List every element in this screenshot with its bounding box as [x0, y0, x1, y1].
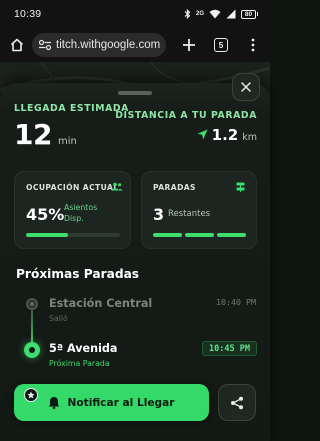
site-settings-icon: [38, 39, 52, 51]
route-signpost-icon: [236, 182, 245, 192]
url-text: titch.withgoogle.com: [56, 39, 161, 51]
occupancy-seats-label: Asientos Disp.: [64, 203, 98, 223]
people-icon: [111, 182, 123, 191]
eta-unit: min: [57, 136, 77, 147]
battery-level: 80: [241, 9, 256, 19]
timeline-dot-current: [24, 342, 40, 358]
occupancy-progress-bar: [26, 233, 120, 237]
stop-time-past: 10:40 PM: [216, 297, 256, 307]
stop-time-next-badge: 10:45 PM: [202, 341, 257, 356]
share-icon: [231, 396, 243, 409]
stops-remaining-label: Restantes: [168, 209, 211, 219]
occupancy-progress-fill: [26, 233, 69, 237]
stop-name-next: 5ª Avenida: [49, 342, 118, 355]
eta-label: LLEGADA ESTIMADA: [14, 103, 129, 114]
browser-toolbar: titch.withgoogle.com 5: [0, 28, 270, 62]
star-icon: [27, 391, 35, 399]
status-icons: 2G 80: [184, 9, 258, 19]
stops-progress-segment: [153, 233, 182, 237]
plus-icon: [183, 39, 195, 51]
navigation-arrow-icon: [197, 129, 208, 140]
timeline-dot-past: [26, 298, 38, 310]
occupancy-percent: 45%: [26, 205, 65, 224]
distance-value: 1.2: [211, 126, 239, 144]
occupancy-card: OCUPACIÓN ACTUAL 45% Asientos Disp.: [14, 171, 131, 249]
signal-icon: [226, 9, 236, 19]
network-type-label: 2G: [195, 11, 204, 17]
home-icon: [10, 38, 24, 52]
notify-on-arrival-button[interactable]: Notificar al Llegar: [14, 384, 209, 421]
stops-progress-segment: [185, 233, 214, 237]
bluetooth-icon: [184, 9, 191, 19]
address-bar[interactable]: titch.withgoogle.com: [32, 33, 166, 57]
system-status-bar: 10:39 2G 80: [0, 0, 270, 28]
stops-progress-segments: [153, 233, 246, 237]
eta-value: 12: [14, 118, 52, 151]
more-vertical-icon: [251, 38, 255, 52]
stop-status-next: Próxima Parada: [49, 359, 110, 368]
home-button[interactable]: [6, 34, 28, 56]
sheet-drag-handle[interactable]: [118, 91, 152, 95]
tab-count: 5: [214, 38, 228, 52]
browser-menu-button[interactable]: [242, 34, 264, 56]
stops-progress-segment: [217, 233, 246, 237]
battery-icon: 80: [241, 9, 258, 19]
distance-display: 1.2 km: [197, 126, 257, 144]
close-button[interactable]: [232, 73, 260, 101]
next-stops-title: Próximas Paradas: [16, 267, 140, 281]
new-tab-button[interactable]: [178, 34, 200, 56]
tab-switcher-button[interactable]: 5: [210, 34, 232, 56]
stops-count: 3: [153, 205, 165, 224]
eta-display: 12 min: [14, 118, 77, 151]
stops-title: PARADAS: [153, 183, 196, 192]
status-time: 10:39: [14, 8, 42, 20]
wifi-icon: [209, 9, 221, 19]
notify-button-label: Notificar al Llegar: [67, 396, 175, 409]
close-icon: [241, 82, 251, 92]
stop-status-past: Salió: [49, 314, 68, 323]
share-button[interactable]: [218, 384, 256, 421]
distance-label: DISTANCIA A TU PARADA: [115, 110, 257, 121]
bell-icon: [48, 397, 60, 409]
occupancy-title: OCUPACIÓN ACTUAL: [26, 183, 119, 192]
stops-card: PARADAS 3 Restantes: [141, 171, 257, 249]
distance-unit: km: [242, 132, 257, 143]
stop-name-past: Estación Central: [49, 297, 153, 310]
floating-star-badge[interactable]: [24, 388, 38, 402]
